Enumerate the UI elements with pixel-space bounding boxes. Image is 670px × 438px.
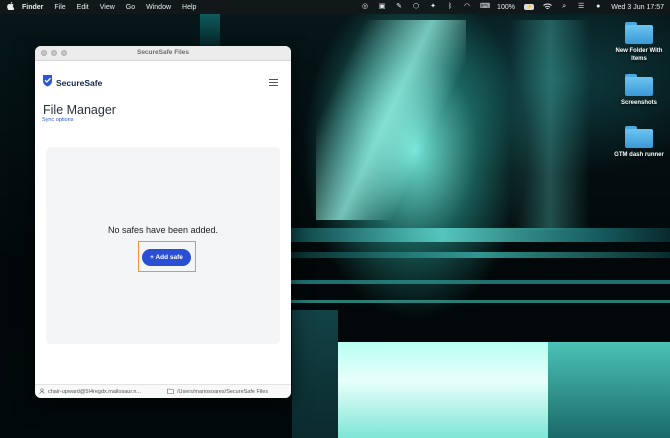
status-path-text: /Users/mariosoares/SecureSafe Files bbox=[177, 389, 269, 395]
add-safe-button[interactable]: + Add safe bbox=[142, 249, 191, 266]
folder-outline-icon bbox=[167, 388, 174, 396]
page-title: File Manager bbox=[43, 103, 116, 117]
bluetooth-icon[interactable]: ᛒ bbox=[446, 3, 454, 11]
wallpaper-beam bbox=[290, 252, 670, 258]
wallpaper-panel bbox=[292, 310, 338, 438]
desktop-folder-screenshots[interactable]: Screenshots bbox=[607, 74, 670, 107]
menu-file[interactable]: File bbox=[54, 4, 65, 11]
folder-icon bbox=[625, 74, 653, 96]
minimize-window-button[interactable] bbox=[51, 50, 57, 56]
add-safe-button-wrapper: + Add safe bbox=[142, 246, 191, 266]
window-title: SecureSafe Files bbox=[136, 49, 190, 56]
circle-status-icon[interactable]: ◎ bbox=[361, 3, 369, 11]
wallpaper-panel bbox=[548, 342, 670, 438]
desktop-folder-gtm-dash-runner[interactable]: GTM dash runner bbox=[607, 126, 670, 159]
status-folder-path[interactable]: /Users/mariosoares/SecureSafe Files bbox=[167, 388, 268, 396]
empty-state-message: No safes have been added. bbox=[107, 225, 219, 235]
status-user-email: chair-upward@5I4regdx.mailosaur.n... bbox=[48, 389, 142, 395]
apple-menu-icon[interactable] bbox=[6, 2, 14, 12]
wifi-icon[interactable] bbox=[543, 3, 553, 11]
securesafe-logo: SecureSafe bbox=[42, 74, 102, 92]
securesafe-window: SecureSafe Files SecureSafe File Manager… bbox=[35, 46, 291, 398]
battery-percent: 100% bbox=[497, 3, 515, 11]
wallpaper-light-edge bbox=[510, 20, 590, 230]
safes-empty-state: No safes have been added. + Add safe bbox=[46, 147, 280, 344]
menubar-status-area: ◎ ▣ ✎ ⬡ ✦ ᛒ ◠ ⌨ 100% ⚡ ⌕ ☰ ● Wed 3 Jun 1… bbox=[361, 0, 664, 14]
window-titlebar[interactable]: SecureSafe Files bbox=[35, 46, 291, 61]
wallpaper-beam bbox=[290, 300, 670, 303]
app-header: SecureSafe bbox=[35, 61, 291, 101]
desktop-item-label: Screenshots bbox=[620, 100, 657, 106]
wallpaper-light-streak bbox=[316, 20, 466, 220]
wallpaper-beam bbox=[290, 280, 670, 284]
menu-go[interactable]: Go bbox=[126, 4, 135, 11]
user-avatar-icon[interactable]: ● bbox=[594, 3, 602, 11]
control-center-icon[interactable]: ☰ bbox=[577, 3, 585, 11]
folder-icon bbox=[625, 126, 653, 148]
pen-icon[interactable]: ✎ bbox=[395, 3, 403, 11]
add-safe-highlight: + Add safe bbox=[138, 241, 196, 272]
menu-bar: Finder File Edit View Go Window Help ◎ ▣… bbox=[0, 0, 670, 14]
desktop-item-label: New Folder With Items bbox=[615, 48, 663, 62]
menu-view[interactable]: View bbox=[100, 4, 115, 11]
wallpaper-column bbox=[200, 14, 220, 48]
wallpaper-panel bbox=[338, 342, 548, 438]
menu-edit[interactable]: Edit bbox=[77, 4, 89, 11]
wallpaper-beam bbox=[290, 228, 670, 242]
close-window-button[interactable] bbox=[41, 50, 47, 56]
securesafe-shield-icon bbox=[42, 74, 53, 92]
headphones-icon[interactable]: ◠ bbox=[463, 3, 471, 11]
star-icon[interactable]: ✦ bbox=[429, 3, 437, 11]
menu-help[interactable]: Help bbox=[182, 4, 196, 11]
shield-status-icon[interactable]: ⬡ bbox=[412, 3, 420, 11]
keyboard-icon[interactable]: ⌨ bbox=[480, 3, 490, 11]
folder-icon bbox=[625, 22, 653, 44]
status-bar: chair-upward@5I4regdx.mailosaur.n... /Us… bbox=[35, 384, 291, 398]
window-controls bbox=[41, 50, 67, 56]
user-icon bbox=[39, 388, 45, 396]
menubar-clock[interactable]: Wed 3 Jun 17:57 bbox=[611, 4, 664, 11]
screen-record-icon[interactable]: ▣ bbox=[378, 3, 386, 11]
zoom-window-button[interactable] bbox=[61, 50, 67, 56]
spotlight-search-icon[interactable]: ⌕ bbox=[560, 3, 568, 11]
brand-name: SecureSafe bbox=[56, 78, 103, 88]
menu-window[interactable]: Window bbox=[146, 4, 171, 11]
battery-icon[interactable]: ⚡ bbox=[523, 4, 535, 10]
hamburger-menu-icon[interactable] bbox=[269, 79, 278, 86]
status-user[interactable]: chair-upward@5I4regdx.mailosaur.n... bbox=[39, 388, 141, 396]
desktop-item-label: GTM dash runner bbox=[614, 152, 664, 158]
desktop-folder-new-folder-with-items[interactable]: New Folder With Items bbox=[607, 22, 670, 63]
sync-options-link[interactable]: Sync options bbox=[42, 117, 74, 123]
menu-finder[interactable]: Finder bbox=[22, 4, 43, 11]
